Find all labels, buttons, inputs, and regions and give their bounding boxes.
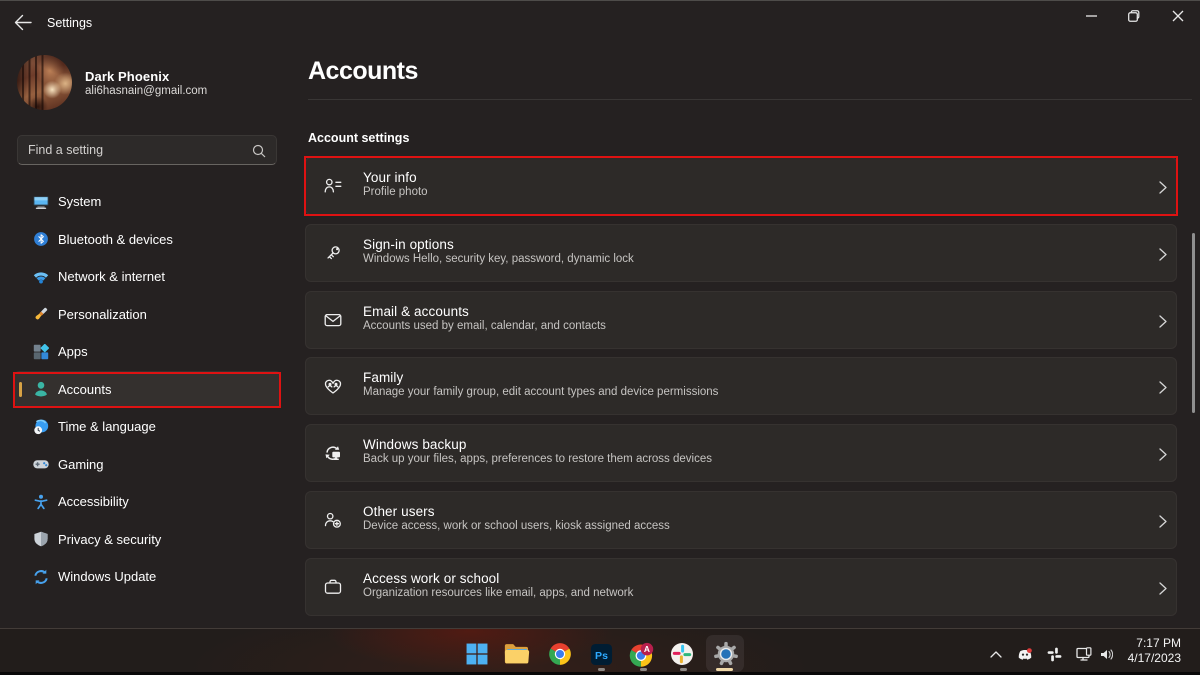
svg-text:A: A [643, 643, 649, 653]
svg-text:Ps: Ps [595, 649, 608, 661]
